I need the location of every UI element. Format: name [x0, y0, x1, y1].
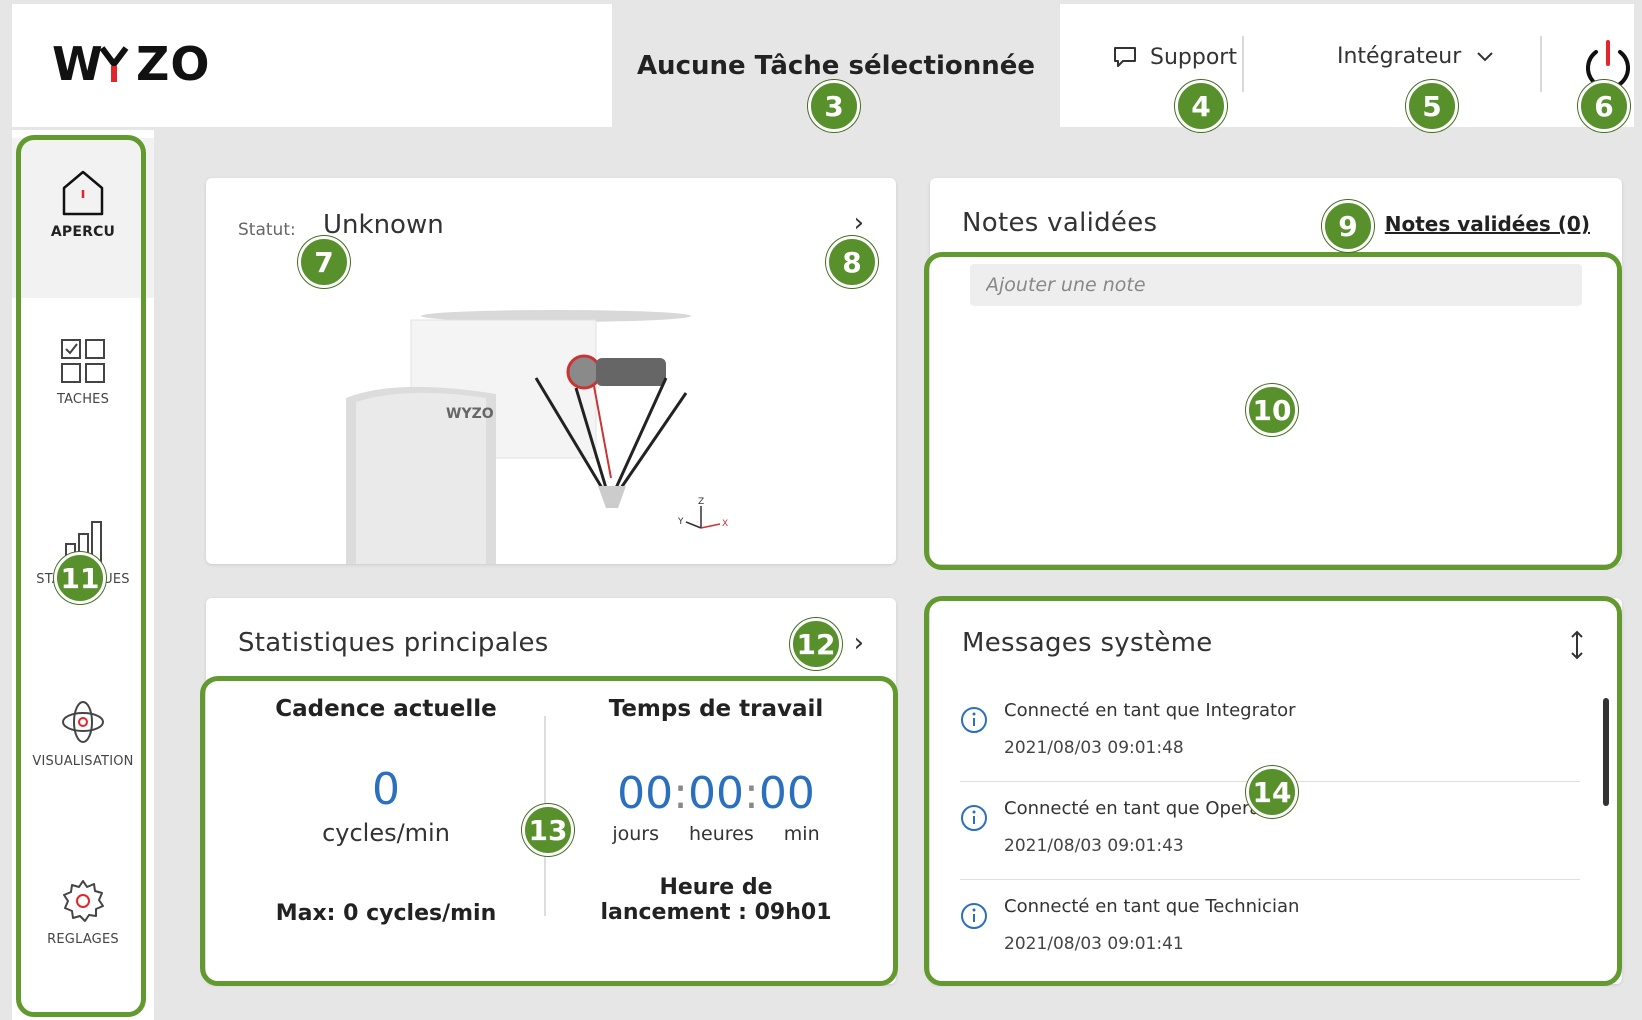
messages-title: Messages système	[962, 628, 1213, 658]
message-time: 2021/08/03 09:01:48	[1004, 738, 1184, 758]
status-chevron-right-icon[interactable]: ›	[854, 208, 864, 238]
notes-title: Notes validées	[962, 208, 1158, 238]
sidebar-item-reglages[interactable]: REGLAGES	[12, 878, 154, 998]
chat-icon	[1114, 47, 1136, 67]
time-separator: :	[744, 768, 759, 819]
home-icon	[62, 170, 104, 216]
status-value: Unknown	[323, 210, 444, 240]
info-icon	[961, 805, 987, 831]
sidebar-item-taches[interactable]: TACHES	[12, 338, 154, 458]
header-divider	[1242, 36, 1244, 92]
unit-days: jours	[612, 823, 660, 845]
axis-x-label: X	[722, 519, 728, 529]
badge-13: 13	[522, 804, 574, 856]
badge-6: 6	[1578, 80, 1630, 132]
badge-5: 5	[1406, 80, 1458, 132]
header-divider	[1540, 36, 1542, 92]
cadence-title: Cadence actuelle	[275, 696, 497, 722]
list-item: Connecté en tant que Technician 2021/08/…	[960, 882, 1580, 978]
work-time-title: Temps de travail	[608, 696, 824, 722]
sidebar-item-label: REGLAGES	[47, 932, 119, 947]
svg-text:ZO: ZO	[136, 37, 210, 91]
message-text: Connecté en tant que Technician	[1004, 896, 1300, 917]
message-time: 2021/08/03 09:01:43	[1004, 836, 1184, 856]
sidebar-item-visualisation[interactable]: VISUALISATION	[12, 698, 154, 818]
badge-14: 14	[1246, 766, 1298, 818]
gear-icon	[63, 880, 104, 922]
sidebar-item-label: VISUALISATION	[32, 754, 134, 769]
task-title: Aucune Tâche sélectionnée	[636, 50, 1036, 81]
role-label: Intégrateur	[1337, 44, 1462, 69]
badge-4: 4	[1175, 80, 1227, 132]
status-card: Statut: Unknown › WYZO Z Y X	[206, 178, 896, 564]
badge-8: 8	[826, 236, 878, 288]
time-separator: :	[673, 768, 688, 819]
axis-y-label: Y	[677, 517, 684, 527]
unit-hours: heures	[689, 823, 754, 845]
role-dropdown[interactable]: Intégrateur	[1337, 44, 1495, 69]
notes-card: Notes validées Notes validées (0)	[930, 178, 1622, 564]
info-icon	[961, 903, 987, 929]
badge-9: 9	[1322, 200, 1374, 252]
info-icon	[961, 707, 987, 733]
message-text: Connecté en tant que Integrator	[1004, 700, 1296, 721]
work-time-block: Temps de travail 00 : 00 : 00 jours heur…	[556, 696, 876, 925]
launch-time-line2: lancement : 09h01	[600, 900, 832, 925]
cadence-max: Max: 0 cycles/min	[275, 901, 497, 926]
work-days-value: 00	[617, 768, 674, 819]
stats-chevron-right-icon[interactable]: ›	[854, 628, 864, 658]
visualisation-icon	[62, 701, 104, 743]
messages-list[interactable]: Connecté en tant que Integrator 2021/08/…	[930, 686, 1610, 976]
badge-11: 11	[54, 552, 106, 604]
launch-time-line1: Heure de	[659, 875, 773, 900]
cadence-value: 0	[372, 764, 400, 815]
robot-illustration: WYZO Z Y X	[346, 310, 728, 564]
sort-arrows-icon[interactable]	[1570, 630, 1584, 660]
cadence-block: Cadence actuelle 0 cycles/min Max: 0 cyc…	[236, 696, 536, 926]
work-min-value: 00	[758, 768, 815, 819]
message-time: 2021/08/03 09:01:41	[1004, 934, 1184, 954]
badge-3: 3	[808, 80, 860, 132]
messages-scrollbar[interactable]	[1603, 698, 1609, 806]
sidebar-item-apercu[interactable]: APERCU	[12, 138, 154, 298]
badge-7: 7	[298, 236, 350, 288]
chevron-down-icon	[1477, 51, 1493, 61]
unit-min: min	[783, 823, 820, 845]
work-hours-value: 00	[688, 768, 744, 819]
tasks-grid-icon	[61, 339, 105, 383]
sidebar-item-label: TACHES	[56, 392, 110, 407]
validated-notes-link[interactable]: Notes validées (0)	[1385, 212, 1590, 236]
work-time-clock: 00 : 00 : 00	[556, 768, 876, 819]
badge-12: 12	[790, 618, 842, 670]
svg-text:W: W	[52, 37, 104, 91]
status-label: Statut:	[238, 220, 296, 240]
work-time-units: jours heures min	[556, 823, 876, 845]
add-note-input[interactable]	[970, 264, 1582, 306]
wyzo-logo: W ZO	[52, 37, 210, 91]
support-button[interactable]: Support	[1112, 44, 1237, 70]
support-label: Support	[1150, 44, 1237, 70]
stats-title: Statistiques principales	[238, 628, 549, 658]
sidebar-item-label: APERCU	[50, 224, 116, 240]
message-text: Connecté en tant que Operator	[1004, 798, 1286, 819]
robot-brand-label: WYZO	[446, 406, 494, 422]
cadence-unit: cycles/min	[322, 819, 450, 847]
axis-z-label: Z	[698, 497, 704, 507]
badge-10: 10	[1246, 384, 1298, 436]
